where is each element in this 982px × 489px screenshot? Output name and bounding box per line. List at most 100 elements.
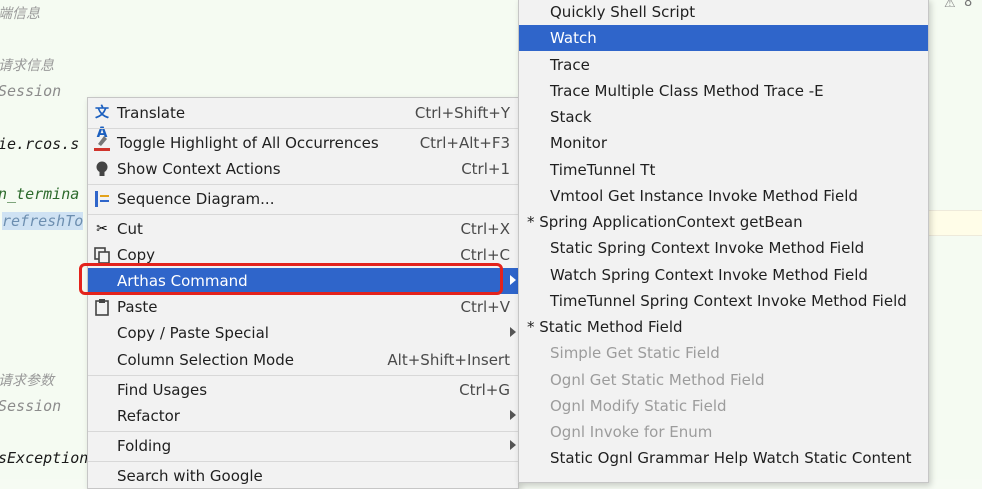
code-line: Session <box>0 82 62 100</box>
menu-item-sequence-diagram[interactable]: Sequence Diagram... <box>88 186 518 212</box>
submenu-item-vmtool[interactable]: Vmtool Get Instance Invoke Method Field <box>519 183 928 209</box>
menu-separator <box>88 184 518 185</box>
menu-item-shortcut: Ctrl+C <box>460 246 510 264</box>
current-line-highlight <box>925 210 982 236</box>
submenu-item-label: Monitor <box>550 134 608 152</box>
menu-item-label: Show Context Actions <box>117 160 281 178</box>
submenu-item-label: Watch <box>550 29 597 47</box>
menu-item-cut[interactable]: ✂ Cut Ctrl+X <box>88 216 518 242</box>
menu-item-folding[interactable]: Folding <box>88 433 518 459</box>
submenu-header-spring-context[interactable]: * Spring ApplicationContext getBean <box>519 209 928 235</box>
submenu-item-trace-multiple[interactable]: Trace Multiple Class Method Trace -E <box>519 78 928 104</box>
submenu-item-trace[interactable]: Trace <box>519 52 928 78</box>
menu-item-paste[interactable]: Paste Ctrl+V <box>88 294 518 320</box>
selected-identifier[interactable]: refreshTo <box>2 212 84 230</box>
code-comment-line: 请求信息 <box>0 58 54 74</box>
code-comment-line: 请求参数 <box>0 373 54 389</box>
submenu-arrow-icon <box>510 410 516 420</box>
menu-item-show-context-actions[interactable]: Show Context Actions Ctrl+1 <box>88 156 518 182</box>
menu-item-label: Copy / Paste Special <box>117 324 269 342</box>
submenu-item-timetunnel-spring-context[interactable]: TimeTunnel Spring Context Invoke Method … <box>519 288 928 314</box>
highlight-annotation-box <box>79 263 503 295</box>
submenu-item-label: Ognl Invoke for Enum <box>550 423 713 441</box>
submenu-item-label: * Spring ApplicationContext getBean <box>527 213 803 231</box>
menu-item-label: Search with Google <box>117 467 263 485</box>
menu-separator <box>88 461 518 462</box>
submenu-item-ognl-get-static-method-field: Ognl Get Static Method Field <box>519 367 928 393</box>
menu-separator <box>88 375 518 376</box>
code-line: n_termina <box>0 185 80 203</box>
menu-item-label: Paste <box>117 298 158 316</box>
clipboard-icon <box>92 297 112 317</box>
menu-item-find-usages[interactable]: Find Usages Ctrl+G <box>88 377 518 403</box>
code-line: Session <box>0 397 62 415</box>
submenu-item-label: Trace Multiple Class Method Trace -E <box>550 82 824 100</box>
submenu-arrow-icon <box>510 440 516 450</box>
menu-item-shortcut: Ctrl+Alt+F3 <box>419 134 510 152</box>
submenu-item-monitor[interactable]: Monitor <box>519 130 928 156</box>
menu-item-label: Refactor <box>117 407 180 425</box>
submenu-item-static-spring-context-invoke[interactable]: Static Spring Context Invoke Method Fiel… <box>519 235 928 261</box>
submenu-arrow-icon <box>510 275 516 285</box>
menu-item-column-selection-mode[interactable]: Column Selection Mode Alt+Shift+Insert <box>88 347 518 373</box>
menu-item-search-with-google[interactable]: Search with Google <box>88 463 518 489</box>
submenu-item-simple-get-static-field: Simple Get Static Field <box>519 340 928 366</box>
menu-item-label: Sequence Diagram... <box>117 190 275 208</box>
menu-item-shortcut: Ctrl+Shift+Y <box>414 104 510 122</box>
code-line: sException <box>0 449 89 467</box>
menu-separator <box>88 214 518 215</box>
submenu-item-label: Vmtool Get Instance Invoke Method Field <box>550 187 858 205</box>
submenu-item-label: TimeTunnel Tt <box>550 161 656 179</box>
menu-item-shortcut: Ctrl+1 <box>461 160 510 178</box>
code-comment-line: 端信息 <box>0 6 40 22</box>
submenu-item-label: Quickly Shell Script <box>550 3 696 21</box>
menu-item-shortcut: Ctrl+X <box>460 220 510 238</box>
submenu-item-label: Ognl Modify Static Field <box>550 397 727 415</box>
copy-icon <box>92 245 112 265</box>
menu-item-label: Column Selection Mode <box>117 351 294 369</box>
submenu-item-label: * Static Method Field <box>527 318 683 336</box>
submenu-item-watch[interactable]: Watch <box>519 25 928 51</box>
submenu-item-label: TimeTunnel Spring Context Invoke Method … <box>550 292 907 310</box>
submenu-header-static-method-field[interactable]: * Static Method Field <box>519 314 928 340</box>
menu-item-shortcut: Ctrl+G <box>459 381 510 399</box>
bulb-icon <box>92 159 112 179</box>
submenu-arrow-icon <box>510 327 516 337</box>
menu-item-copy-paste-special[interactable]: Copy / Paste Special <box>88 320 518 346</box>
submenu-item-label: Static Ognl Grammar Help Watch Static Co… <box>550 449 912 467</box>
submenu-item-static-ognl-grammar-help[interactable]: Static Ognl Grammar Help Watch Static Co… <box>519 445 928 471</box>
menu-item-translate[interactable]: 文A Translate Ctrl+Shift+Y <box>88 100 518 141</box>
menu-item-label: Find Usages <box>117 381 208 399</box>
menu-item-shortcut: Ctrl+V <box>460 298 510 316</box>
menu-item-label: Copy <box>117 246 156 264</box>
submenu-item-label: Trace <box>550 56 590 74</box>
submenu-item-ognl-invoke-for-enum: Ognl Invoke for Enum <box>519 419 928 445</box>
submenu-item-stack[interactable]: Stack <box>519 104 928 130</box>
menu-separator <box>88 128 518 129</box>
submenu-item-label: Simple Get Static Field <box>550 344 720 362</box>
submenu-item-label: Static Spring Context Invoke Method Fiel… <box>550 239 865 257</box>
menu-item-refactor[interactable]: Refactor <box>88 403 518 429</box>
menu-separator <box>88 431 518 432</box>
submenu-item-label: Ognl Get Static Method Field <box>550 371 765 389</box>
submenu-item-label: Watch Spring Context Invoke Method Field <box>550 266 868 284</box>
submenu-item-quickly-shell-script[interactable]: Quickly Shell Script <box>519 0 928 25</box>
highlight-icon <box>92 133 112 153</box>
menu-item-shortcut: Alt+Shift+Insert <box>387 351 510 369</box>
warning-count: 8 <box>964 0 973 10</box>
menu-item-toggle-highlight[interactable]: Toggle Highlight of All Occurrences Ctrl… <box>88 130 518 156</box>
warning-icon[interactable]: ⚠ <box>944 0 956 11</box>
translate-icon: 文A <box>95 105 109 141</box>
menu-item-label: Toggle Highlight of All Occurrences <box>117 134 379 152</box>
scissors-icon: ✂ <box>96 221 108 237</box>
submenu-item-timetunnel[interactable]: TimeTunnel Tt <box>519 157 928 183</box>
code-line: ie.rcos.s <box>0 135 80 153</box>
menu-item-label: Cut <box>117 220 143 238</box>
menu-item-label: Translate <box>117 104 186 122</box>
submenu-item-watch-spring-context[interactable]: Watch Spring Context Invoke Method Field <box>519 262 928 288</box>
menu-item-label: Folding <box>117 437 172 455</box>
sequence-diagram-icon <box>92 189 112 209</box>
arthas-submenu: Quickly Shell Script Watch Trace Trace M… <box>518 0 929 483</box>
submenu-item-label: Stack <box>550 108 592 126</box>
submenu-item-ognl-modify-static-field: Ognl Modify Static Field <box>519 393 928 419</box>
